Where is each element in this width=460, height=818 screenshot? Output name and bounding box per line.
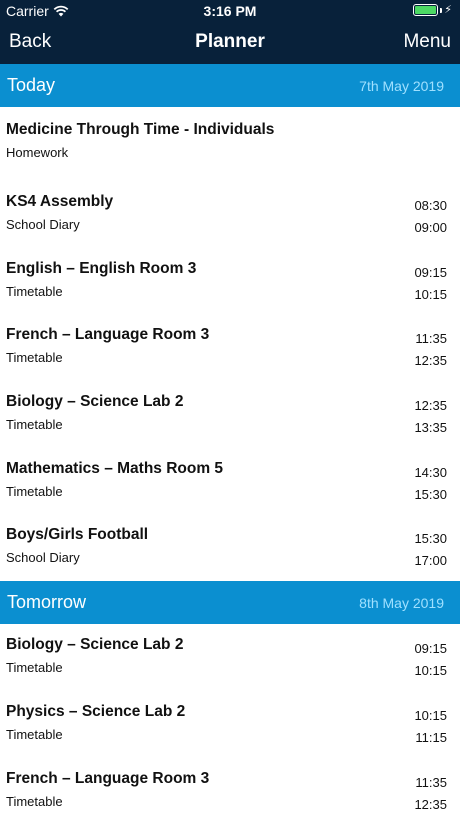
entry-start-time: 15:30 xyxy=(414,531,447,547)
menu-button[interactable]: Menu xyxy=(403,31,451,53)
planner-entry[interactable]: Mathematics – Maths Room 5 Timetable 14:… xyxy=(0,448,460,515)
entry-type: Timetable xyxy=(6,417,63,433)
entry-end-time: 10:15 xyxy=(414,663,447,679)
entry-title: Physics – Science Lab 2 xyxy=(6,702,186,720)
entry-start-time: 12:35 xyxy=(414,398,447,414)
section-day: Today xyxy=(7,75,56,95)
entry-end-time: 17:00 xyxy=(414,553,447,569)
status-time: 3:16 PM xyxy=(203,3,257,19)
entry-end-time: 09:00 xyxy=(414,220,447,235)
nav-bar: Back Planner Menu xyxy=(0,22,460,64)
entry-title: Mathematics – Maths Room 5 xyxy=(6,459,224,477)
entry-title: English – English Room 3 xyxy=(6,259,197,277)
entry-times: 15:30 17:00 xyxy=(414,528,447,572)
entry-title: KS4 Assembly xyxy=(6,193,114,210)
planner-entry[interactable]: Physics – Science Lab 2 Timetable 10:15 … xyxy=(0,691,460,758)
planner-entry[interactable]: French – Language Room 3 Timetable 11:35… xyxy=(0,314,460,381)
entry-type: Timetable xyxy=(6,660,63,676)
entry-end-time: 12:35 xyxy=(414,353,447,369)
entry-type: School Diary xyxy=(6,217,80,232)
planner-entry[interactable]: Biology – Science Lab 2 Timetable 12:35 … xyxy=(0,381,460,448)
entry-title: Biology – Science Lab 2 xyxy=(6,393,184,411)
charging-bolt-icon: ⚡ xyxy=(444,3,452,16)
entry-title: French – Language Room 3 xyxy=(6,769,210,787)
status-bar: Carrier 3:16 PM ⚡ xyxy=(0,0,460,22)
entry-title: Boys/Girls Football xyxy=(6,526,149,544)
entry-times: 09:15 10:15 xyxy=(414,638,447,682)
planner-entry[interactable]: Biology – Science Lab 2 Timetable 09:15 … xyxy=(0,624,460,691)
entry-type: Timetable xyxy=(6,793,63,809)
planner-entry[interactable]: English – English Room 3 Timetable 09:15… xyxy=(0,248,460,315)
battery-icon: ⚡ xyxy=(413,4,452,16)
entry-times: 10:15 11:15 xyxy=(414,705,447,749)
entry-times: 09:15 10:15 xyxy=(414,262,447,306)
section-header-tomorrow: Tomorrow 8th May 2019 xyxy=(0,581,460,625)
entry-end-time: 13:35 xyxy=(414,420,447,436)
section-day: Tomorrow xyxy=(7,592,87,613)
page-title: Planner xyxy=(195,31,265,52)
section-date: 8th May 2019 xyxy=(359,594,444,611)
entry-end-time: 15:30 xyxy=(414,486,447,502)
planner-entry[interactable]: Medicine Through Time - Individuals Home… xyxy=(0,107,460,181)
section-header-today: Today 7th May 2019 xyxy=(0,64,460,107)
entry-title: Biology – Science Lab 2 xyxy=(6,636,184,654)
entry-title: Medicine Through Time - Individuals xyxy=(6,121,275,138)
entry-type: Timetable xyxy=(6,726,63,742)
planner-entry[interactable]: KS4 Assembly School Diary 08:30 09:00 xyxy=(0,181,460,248)
entry-times: 14:30 15:30 xyxy=(414,462,447,506)
entry-start-time: 10:15 xyxy=(414,707,447,723)
planner-entry[interactable]: French – Language Room 3 Timetable 11:35… xyxy=(0,758,460,818)
entry-times: 11:35 12:35 xyxy=(414,772,447,816)
entry-start-time: 09:15 xyxy=(414,641,447,657)
entry-type: Timetable xyxy=(6,483,63,499)
planner-entry[interactable]: Boys/Girls Football School Diary 15:30 1… xyxy=(0,514,460,581)
entry-start-time: 08:30 xyxy=(414,198,447,213)
entry-type: Timetable xyxy=(6,283,63,299)
entry-times: 12:35 13:35 xyxy=(414,395,447,439)
entry-end-time: 11:15 xyxy=(415,729,447,745)
entry-title: French – Language Room 3 xyxy=(6,326,210,344)
top-bar: Carrier 3:16 PM ⚡ Back Planner Menu xyxy=(0,0,460,64)
entry-type: Timetable xyxy=(6,350,63,366)
entry-end-time: 10:15 xyxy=(414,286,447,302)
entry-times: 11:35 12:35 xyxy=(414,328,447,372)
section-date: 7th May 2019 xyxy=(359,77,444,94)
entry-start-time: 14:30 xyxy=(414,464,447,480)
entry-start-time: 11:35 xyxy=(415,331,447,347)
entry-type: Homework xyxy=(6,145,69,160)
entry-end-time: 12:35 xyxy=(414,796,447,812)
entry-times: 08:30 09:00 xyxy=(414,195,447,239)
entry-start-time: 09:15 xyxy=(414,264,447,280)
entry-type: School Diary xyxy=(6,550,80,566)
entry-start-time: 11:35 xyxy=(415,774,447,790)
